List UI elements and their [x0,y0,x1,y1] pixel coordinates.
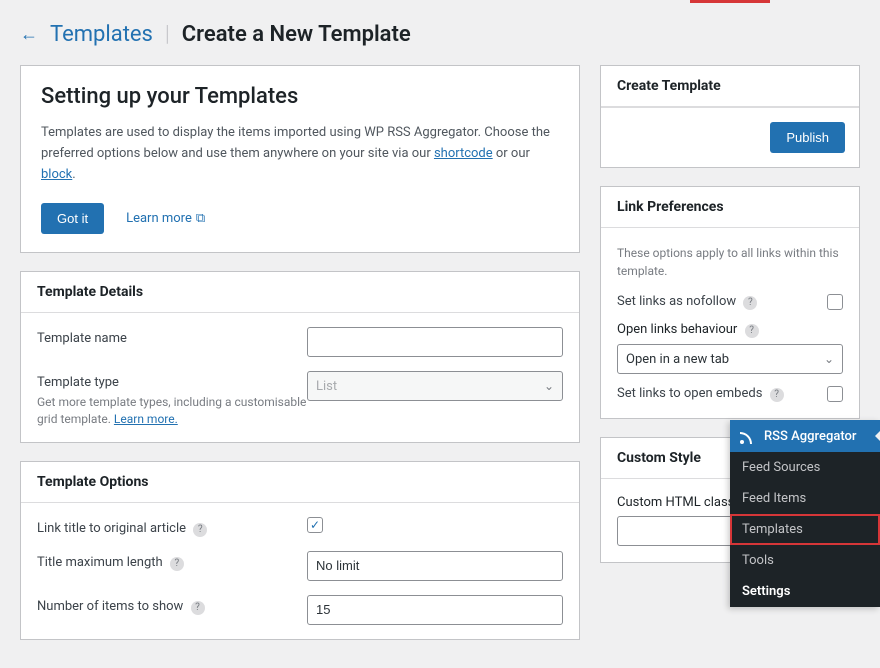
block-link[interactable]: block [41,167,72,182]
admin-submenu-item[interactable]: Feed Items [730,483,880,514]
link-preferences-desc: These options apply to all links within … [617,244,843,280]
header-separator: | [165,22,170,47]
link-title-checkbox[interactable]: ✓ [307,517,323,533]
chevron-down-icon: ⌄ [544,379,554,393]
admin-submenu-item[interactable]: Feed Sources [730,452,880,483]
nofollow-label: Set links as nofollow [617,294,736,309]
chevron-down-icon: ⌄ [824,352,834,366]
embeds-checkbox[interactable] [827,386,843,402]
link-preferences-title: Link Preferences [601,187,859,228]
page-header: ← Templates | Create a New Template [20,22,860,47]
admin-submenu: RSS Aggregator Feed SourcesFeed ItemsTem… [730,420,880,607]
create-template-title: Create Template [601,66,859,107]
template-details-panel: Template Details Template name Template … [20,271,580,443]
custom-class-label: Custom HTML class [617,495,734,510]
open-behaviour-label: Open links behaviour [617,322,737,337]
back-arrow-icon[interactable]: ← [20,24,38,45]
help-icon[interactable]: ? [745,324,759,338]
help-icon[interactable]: ? [191,601,205,615]
help-icon[interactable]: ? [193,523,207,537]
page-title: Create a New Template [182,22,411,47]
link-title-label: Link title to original article [37,521,186,536]
got-it-button[interactable]: Got it [41,203,104,234]
shortcode-link[interactable]: shortcode [434,146,493,161]
num-items-label: Number of items to show [37,599,183,614]
template-type-select[interactable]: List ⌄ [307,371,563,401]
help-icon[interactable]: ? [770,388,784,402]
template-name-label: Template name [37,327,307,346]
admin-submenu-item[interactable]: Settings [730,576,880,607]
rss-icon [740,428,756,444]
nofollow-checkbox[interactable] [827,294,843,310]
admin-submenu-item[interactable]: Tools [730,545,880,576]
template-type-learn-more-link[interactable]: Learn more. [114,412,178,426]
create-template-panel: Create Template Publish [600,65,860,168]
intro-text: Templates are used to display the items … [41,123,559,185]
admin-submenu-item[interactable]: Templates [730,514,880,545]
learn-more-link[interactable]: Learn more⧉ [126,211,205,226]
template-details-title: Template Details [21,272,579,313]
template-name-input[interactable] [307,327,563,357]
embeds-label: Set links to open embeds [617,386,762,401]
publish-button[interactable]: Publish [770,122,845,153]
back-link[interactable]: Templates [50,22,153,47]
intro-panel: Setting up your Templates Templates are … [20,65,580,253]
title-max-length-label: Title maximum length [37,555,163,570]
open-behaviour-select[interactable]: Open in a new tab ⌄ [617,344,843,374]
title-max-length-input[interactable] [307,551,563,581]
admin-submenu-header[interactable]: RSS Aggregator [730,420,880,452]
link-preferences-panel: Link Preferences These options apply to … [600,186,860,419]
template-type-label: Template type [37,375,119,390]
help-icon[interactable]: ? [743,296,757,310]
template-options-panel: Template Options Link title to original … [20,461,580,640]
template-options-title: Template Options [21,462,579,503]
external-link-icon: ⧉ [196,211,205,226]
intro-heading: Setting up your Templates [41,84,559,109]
help-icon[interactable]: ? [170,557,184,571]
num-items-input[interactable] [307,595,563,625]
